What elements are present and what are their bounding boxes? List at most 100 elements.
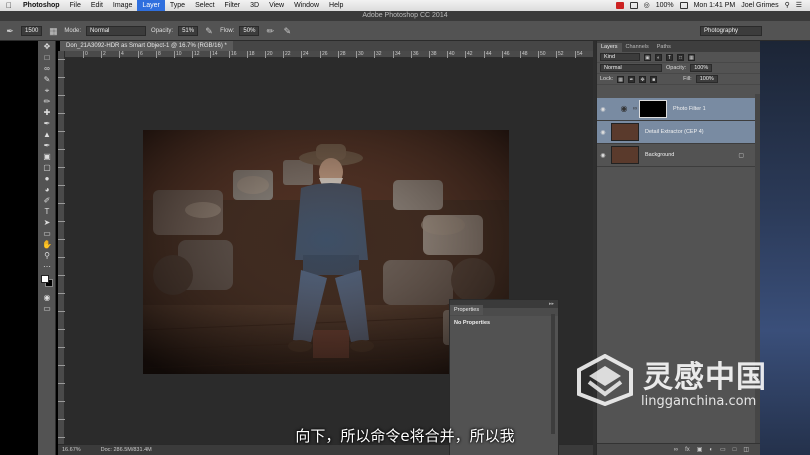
- clone-stamp-tool-icon[interactable]: ▲: [38, 129, 56, 140]
- history-brush-tool-icon[interactable]: ✒: [38, 140, 56, 151]
- lock-image-icon[interactable]: ✒: [628, 75, 636, 83]
- filter-pixel-icon[interactable]: ▣: [644, 53, 651, 61]
- brush-panel-icon[interactable]: ▦: [47, 25, 59, 37]
- eraser-tool-icon[interactable]: ▣: [38, 151, 56, 162]
- filter-adjustment-icon[interactable]: ◐: [655, 53, 662, 61]
- layer-name[interactable]: Detail Extractor (CEP 4): [645, 129, 704, 135]
- brush-tool-icon[interactable]: ✒: [4, 25, 16, 37]
- airbrush-icon[interactable]: ✏: [264, 25, 276, 37]
- fx-icon[interactable]: fx: [685, 447, 690, 453]
- ruler-tick: [338, 51, 339, 58]
- mode-select[interactable]: Normal: [86, 25, 147, 36]
- tab-layers[interactable]: Layers: [597, 43, 622, 52]
- visibility-eye-icon[interactable]: ◉: [597, 152, 609, 159]
- menu-view[interactable]: View: [264, 0, 289, 11]
- filter-smart-object-icon[interactable]: ▦: [688, 53, 695, 61]
- layer-mask-thumbnail[interactable]: [639, 100, 667, 118]
- lock-all-icon[interactable]: ■: [650, 75, 658, 83]
- brush-size-field[interactable]: 1500: [21, 25, 43, 36]
- quick-select-tool-icon[interactable]: ✎: [38, 74, 56, 85]
- filter-type-icon[interactable]: T: [666, 53, 673, 61]
- quick-mask-icon[interactable]: ◉: [38, 292, 56, 303]
- visibility-eye-icon[interactable]: ◉: [597, 106, 609, 113]
- blur-tool-icon[interactable]: ●: [38, 173, 56, 184]
- properties-tab[interactable]: Properties: [450, 305, 484, 315]
- filter-shape-icon[interactable]: □: [677, 53, 684, 61]
- user-name[interactable]: Joel Grimes: [741, 0, 778, 11]
- battery-icon[interactable]: [679, 2, 688, 9]
- menu-app-name[interactable]: Photoshop: [18, 0, 65, 11]
- pressure-size-icon[interactable]: ✎: [281, 25, 293, 37]
- opacity-field[interactable]: 51%: [178, 25, 199, 36]
- new-layer-icon[interactable]: □: [733, 447, 737, 453]
- menu-window[interactable]: Window: [289, 0, 324, 11]
- link-icon[interactable]: ∞: [674, 447, 678, 453]
- lasso-tool-icon[interactable]: ∞: [38, 63, 56, 74]
- menu-select[interactable]: Select: [190, 0, 219, 11]
- clock-text[interactable]: Mon 1:41 PM: [694, 0, 736, 11]
- ruler-horizontal[interactable]: 0 2 4 6 8 10 12 14 16 18 20 22 24 26 28 30 32 34 36 38 40 42 4…: [65, 51, 593, 58]
- move-tool-icon[interactable]: ✥: [38, 41, 56, 52]
- brush-tool-icon[interactable]: ✒: [38, 118, 56, 129]
- flow-field[interactable]: 50%: [239, 25, 260, 36]
- trash-icon[interactable]: ◫: [743, 446, 749, 453]
- ruler-vertical[interactable]: [58, 51, 65, 444]
- fill-field[interactable]: 100%: [695, 75, 718, 83]
- pressure-opacity-icon[interactable]: ✎: [203, 25, 215, 37]
- path-select-tool-icon[interactable]: ➤: [38, 217, 56, 228]
- layer-photo-filter[interactable]: ◉ ◉ ∞ Photo Filter 1: [597, 98, 756, 121]
- lock-position-icon[interactable]: ✥: [639, 75, 647, 83]
- gradient-tool-icon[interactable]: ▢: [38, 162, 56, 173]
- apple-icon[interactable]: : [0, 1, 18, 10]
- healing-brush-tool-icon[interactable]: ✚: [38, 107, 56, 118]
- visibility-eye-icon[interactable]: ◉: [597, 129, 609, 136]
- zoom-tool-icon[interactable]: ⚲: [38, 250, 56, 261]
- crop-tool-icon[interactable]: ⌖: [38, 85, 56, 96]
- menu-type[interactable]: Type: [165, 0, 190, 11]
- dodge-tool-icon[interactable]: ◕: [38, 184, 56, 195]
- tray-app-icon[interactable]: [629, 2, 638, 9]
- recording-icon[interactable]: [615, 2, 624, 9]
- more-tools-icon[interactable]: ⋯: [38, 261, 56, 272]
- document-tab[interactable]: Don_21A3092-HDR as Smart Object-1 @ 16.7…: [60, 41, 233, 51]
- properties-scrollbar[interactable]: [551, 314, 555, 434]
- blend-mode-select[interactable]: Normal: [600, 64, 662, 72]
- menu-3d[interactable]: 3D: [245, 0, 264, 11]
- color-swatches[interactable]: [38, 272, 56, 292]
- menu-edit[interactable]: Edit: [86, 0, 108, 11]
- eyedropper-tool-icon[interactable]: ✏: [38, 96, 56, 107]
- filter-kind-select[interactable]: Kind: [600, 53, 640, 61]
- layer-name[interactable]: Photo Filter 1: [673, 106, 706, 112]
- hand-tool-icon[interactable]: ✋: [38, 239, 56, 250]
- type-tool-icon[interactable]: T: [38, 206, 56, 217]
- menu-tray: ◎ 100% Mon 1:41 PM Joel Grimes ⚲ ☰: [615, 0, 810, 11]
- tab-paths[interactable]: Paths: [653, 43, 675, 52]
- wifi-icon[interactable]: ◎: [644, 0, 650, 11]
- menu-image[interactable]: Image: [108, 0, 137, 11]
- menu-file[interactable]: File: [65, 0, 86, 11]
- adjustment-icon[interactable]: ◐: [709, 447, 713, 453]
- tab-channels[interactable]: Channels: [622, 43, 653, 52]
- menu-help[interactable]: Help: [324, 0, 348, 11]
- foreground-color-swatch[interactable]: [41, 275, 49, 283]
- collapse-icon[interactable]: ▸▸: [549, 301, 554, 307]
- spotlight-search-icon[interactable]: ⚲: [785, 0, 790, 11]
- group-icon[interactable]: ▭: [720, 446, 726, 453]
- shape-tool-icon[interactable]: ▭: [38, 228, 56, 239]
- lock-transparent-icon[interactable]: ▦: [617, 75, 625, 83]
- mask-link-icon[interactable]: ∞: [631, 106, 639, 112]
- screen-mode-icon[interactable]: ▭: [38, 303, 56, 314]
- doc-size[interactable]: Doc: 286.5M/831.4M: [101, 447, 152, 453]
- workspace-select[interactable]: Photography: [700, 25, 762, 36]
- menu-filter[interactable]: Filter: [220, 0, 246, 11]
- layer-name[interactable]: Background: [645, 152, 674, 158]
- notification-list-icon[interactable]: ☰: [796, 0, 802, 11]
- layer-opacity-field[interactable]: 100%: [690, 64, 713, 72]
- zoom-level[interactable]: 16.67%: [62, 447, 81, 453]
- mask-icon[interactable]: ▣: [697, 446, 703, 453]
- pen-tool-icon[interactable]: ✐: [38, 195, 56, 206]
- layer-background[interactable]: ◉ Background ▢: [597, 144, 756, 167]
- menu-layer[interactable]: Layer: [137, 0, 165, 11]
- marquee-tool-icon[interactable]: □: [38, 52, 56, 63]
- layer-detail-extractor[interactable]: ◉ Detail Extractor (CEP 4): [597, 121, 756, 144]
